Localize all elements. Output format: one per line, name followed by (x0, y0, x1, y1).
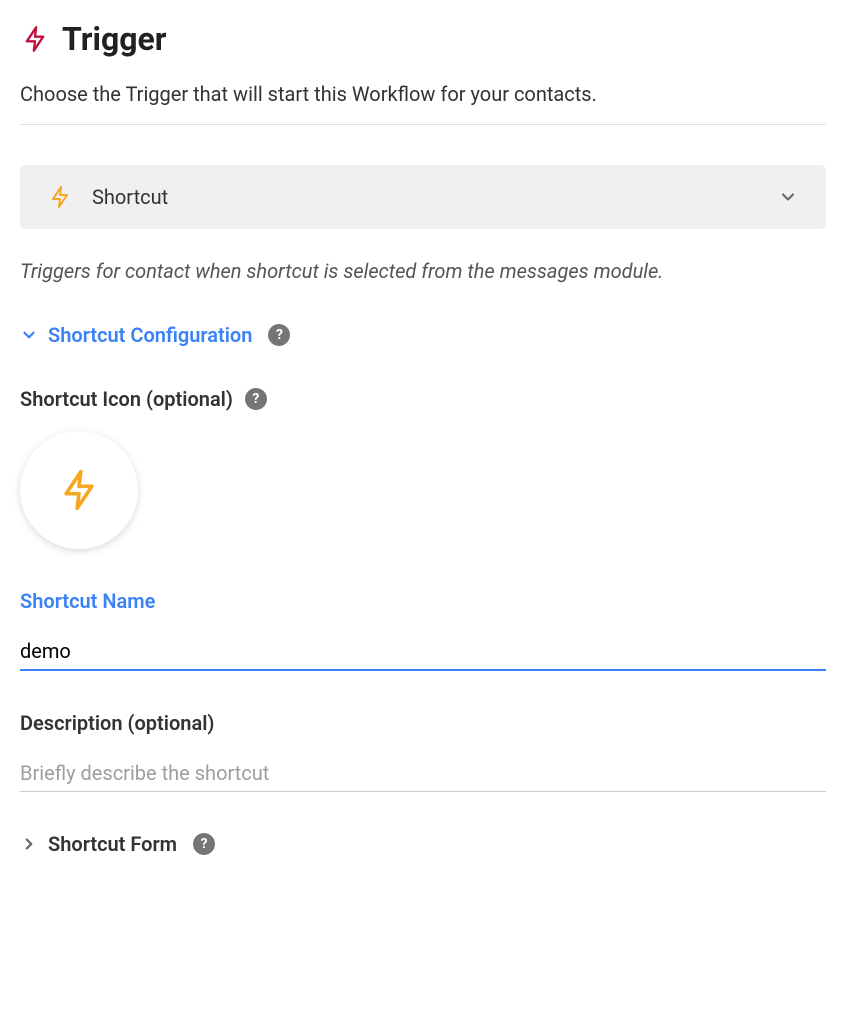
field-label-text: Shortcut Icon (optional) (20, 387, 233, 411)
chevron-down-icon (20, 326, 38, 344)
section-title: Shortcut Configuration (48, 323, 252, 347)
page-header: Trigger (20, 20, 826, 58)
divider (20, 124, 826, 125)
bolt-icon (20, 24, 50, 54)
trigger-selector-label: Shortcut (92, 185, 168, 209)
page-description: Choose the Trigger that will start this … (20, 82, 826, 106)
shortcut-icon-selector[interactable] (20, 431, 138, 549)
shortcut-name-label: Shortcut Name (20, 589, 826, 613)
description-field-wrapper: Description (optional) (20, 711, 826, 792)
shortcut-configuration-section-header[interactable]: Shortcut Configuration ? (20, 323, 826, 347)
shortcut-name-field-wrapper: Shortcut Name (20, 589, 826, 671)
description-input[interactable] (20, 755, 826, 792)
description-label: Description (optional) (20, 711, 826, 735)
help-icon[interactable]: ? (245, 388, 267, 410)
section-title: Shortcut Form (48, 832, 177, 856)
help-icon[interactable]: ? (268, 324, 290, 346)
shortcut-icon-label: Shortcut Icon (optional) ? (20, 387, 826, 411)
trigger-type-selector[interactable]: Shortcut (20, 165, 826, 229)
shortcut-name-input[interactable] (20, 633, 826, 671)
chevron-down-icon (778, 187, 798, 207)
trigger-selector-content: Shortcut (48, 185, 168, 209)
shortcut-icon-wrapper (20, 431, 826, 549)
bolt-icon (57, 468, 101, 512)
trigger-hint: Triggers for contact when shortcut is se… (20, 259, 826, 283)
chevron-right-icon (20, 835, 38, 853)
help-icon[interactable]: ? (193, 833, 215, 855)
bolt-icon (48, 185, 72, 209)
page-title: Trigger (62, 20, 167, 58)
shortcut-form-section-header[interactable]: Shortcut Form ? (20, 832, 826, 856)
